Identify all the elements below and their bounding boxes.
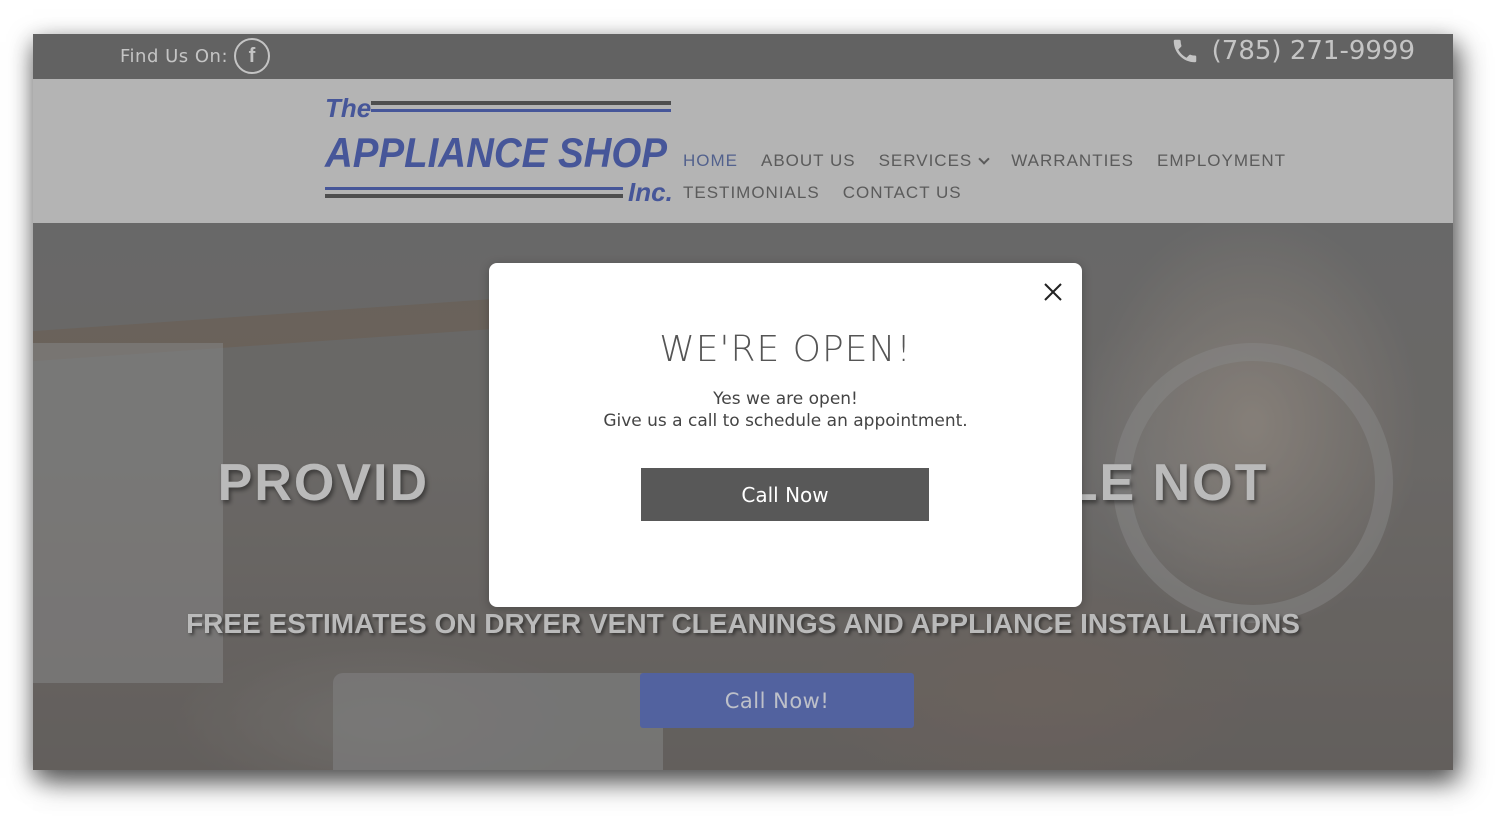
modal-call-now-button[interactable]: Call Now: [641, 468, 929, 521]
modal-body: Yes we are open! Give us a call to sched…: [489, 388, 1082, 432]
modal-title: WE'RE OPEN!: [659, 329, 912, 370]
modal-line-1: Yes we are open!: [713, 389, 858, 409]
open-announcement-modal: WE'RE OPEN! Yes we are open! Give us a c…: [489, 263, 1082, 607]
browser-window: Find Us On: f (785) 271-9999 The APPLIAN…: [33, 34, 1453, 770]
close-icon[interactable]: [1042, 281, 1064, 303]
modal-line-2: Give us a call to schedule an appointmen…: [603, 411, 968, 431]
